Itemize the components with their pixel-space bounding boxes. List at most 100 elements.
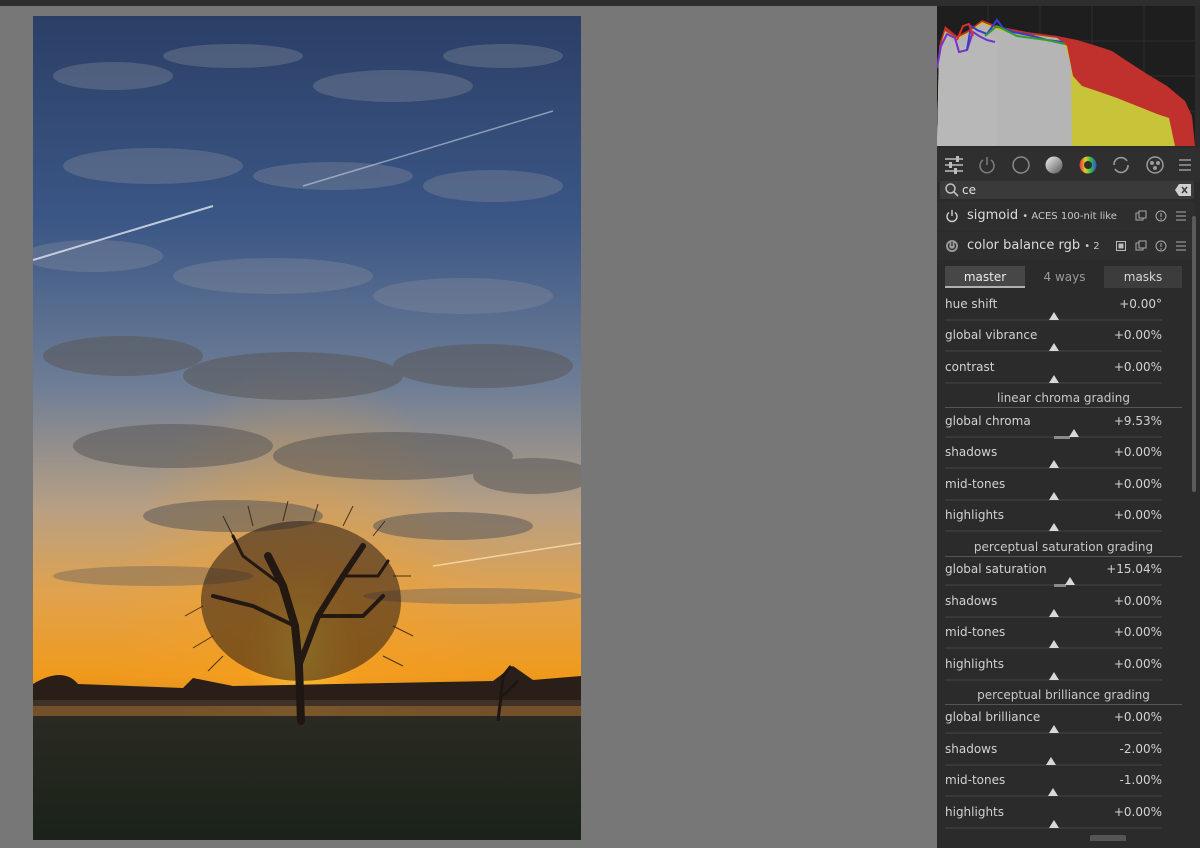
slider-global-brilliance[interactable]: global brilliance +0.00% [945,710,1162,740]
slider-value: -2.00% [1119,742,1162,756]
mask-indicator-icon[interactable] [1115,240,1127,252]
sliders-icon[interactable] [942,153,966,177]
slider-marker[interactable] [1046,757,1056,765]
slider-label: mid-tones [945,477,1006,491]
module-name: color balance rgb • 2 [967,238,1100,253]
power-icon[interactable] [975,153,999,177]
slider-value: -1.00% [1119,773,1162,787]
slider-brilliance-highlights[interactable]: highlights +0.00% [945,805,1162,835]
color-wheel-icon[interactable] [1076,153,1100,177]
section-linear-chroma-grading: linear chroma grading [945,391,1182,408]
slider-value: +0.00% [1113,477,1162,491]
slider-marker[interactable] [1049,725,1059,733]
multi-instance-icon[interactable] [1135,240,1147,252]
slider-marker[interactable] [1049,820,1059,828]
panel-scrollbar[interactable] [1192,216,1196,492]
slider-value: +0.00% [1113,657,1162,671]
reset-icon[interactable] [1155,240,1167,252]
power-icon[interactable] [945,239,959,253]
slider-marker[interactable] [1049,609,1059,617]
slider-marker[interactable] [1049,523,1059,531]
module-header-color-balance-rgb[interactable]: color balance rgb • 2 [937,232,1195,260]
bottom-panel-toggle[interactable] [1090,835,1126,841]
slider-chroma-shadows[interactable]: shadows +0.00% [945,445,1162,475]
slider-marker[interactable] [1069,429,1079,437]
section-perceptual-saturation-grading: perceptual saturation grading [945,540,1182,557]
slider-marker[interactable] [1049,460,1059,468]
slider-value: +0.00% [1113,594,1162,608]
slider-brilliance-shadows[interactable]: shadows -2.00% [945,742,1162,772]
power-icon[interactable] [945,209,959,223]
slider-marker[interactable] [1049,312,1059,320]
slider-saturation-shadows[interactable]: shadows +0.00% [945,594,1162,624]
module-search[interactable] [940,181,1194,199]
slider-marker[interactable] [1049,492,1059,500]
effects-icon[interactable] [1143,153,1167,177]
slider-global-saturation[interactable]: global saturation +15.04% [945,562,1162,592]
slider-label: shadows [945,742,998,756]
slider-value: +15.04% [1106,562,1162,576]
slider-label: highlights [945,508,1005,522]
module-preset: • ACES 100-nit like [1022,211,1117,222]
slider-brilliance-mid-tones[interactable]: mid-tones -1.00% [945,773,1162,803]
slider-marker[interactable] [1065,577,1075,585]
slider-value: +0.00% [1113,508,1162,522]
slider-label: mid-tones [945,625,1006,639]
slider-value: +0.00% [1113,445,1162,459]
slider-value: +9.53% [1113,414,1162,428]
slider-label: highlights [945,805,1005,819]
module-instance: • 2 [1084,241,1100,252]
search-input[interactable] [962,182,1162,198]
slider-marker[interactable] [1049,343,1059,351]
module-tabs: master 4 ways masks [945,266,1182,288]
slider-marker[interactable] [1048,788,1058,796]
slider-chroma-highlights[interactable]: highlights +0.00% [945,508,1162,538]
slider-marker[interactable] [1049,672,1059,680]
slider-chroma-mid-tones[interactable]: mid-tones +0.00% [945,477,1162,507]
sunset-tree-image [33,16,581,840]
slider-value: +0.00% [1113,360,1162,374]
slider-label: global chroma [945,414,1031,428]
module-name: sigmoid • ACES 100-nit like [967,208,1117,223]
slider-global-vibrance[interactable]: global vibrance +0.00% [945,328,1162,358]
slider-value: +0.00% [1113,328,1162,342]
module-groups [937,148,1200,182]
rotate-icon[interactable] [1109,153,1133,177]
slider-value: +0.00% [1113,805,1162,819]
slider-label: hue shift [945,297,998,311]
tab-4-ways[interactable]: 4 ways [1025,266,1104,288]
section-perceptual-brilliance-grading: perceptual brilliance grading [945,688,1182,705]
slider-label: contrast [945,360,995,374]
presets-menu-icon[interactable] [1175,240,1187,252]
tab-master[interactable]: master [945,266,1025,288]
slider-marker[interactable] [1049,640,1059,648]
slider-label: highlights [945,657,1005,671]
slider-global-chroma[interactable]: global chroma +9.53% [945,414,1162,444]
gradient-circle-icon[interactable] [1042,153,1066,177]
slider-label: global saturation [945,562,1047,576]
slider-hue-shift[interactable]: hue shift +0.00° [945,297,1162,327]
search-icon [945,183,959,197]
module-header-sigmoid[interactable]: sigmoid • ACES 100-nit like [937,202,1195,230]
slider-value: +0.00% [1113,710,1162,724]
slider-label: shadows [945,445,998,459]
reset-icon[interactable] [1155,210,1167,222]
slider-saturation-mid-tones[interactable]: mid-tones +0.00% [945,625,1162,655]
slider-label: global brilliance [945,710,1041,724]
presets-menu-icon[interactable] [1175,210,1187,222]
slider-label: global vibrance [945,328,1038,342]
slider-value: +0.00% [1113,625,1162,639]
slider-label: mid-tones [945,773,1006,787]
slider-contrast[interactable]: contrast +0.00% [945,360,1162,390]
histogram[interactable] [937,6,1195,146]
histogram-graph [937,6,1195,146]
multi-instance-icon[interactable] [1135,210,1147,222]
tab-masks[interactable]: masks [1104,266,1182,288]
slider-label: shadows [945,594,998,608]
slider-marker[interactable] [1049,375,1059,383]
circle-icon[interactable] [1009,153,1033,177]
clear-search-icon[interactable] [1175,184,1191,196]
slider-saturation-highlights[interactable]: highlights +0.00% [945,657,1162,687]
photo-preview[interactable] [33,16,581,840]
menu-icon[interactable] [1173,153,1197,177]
